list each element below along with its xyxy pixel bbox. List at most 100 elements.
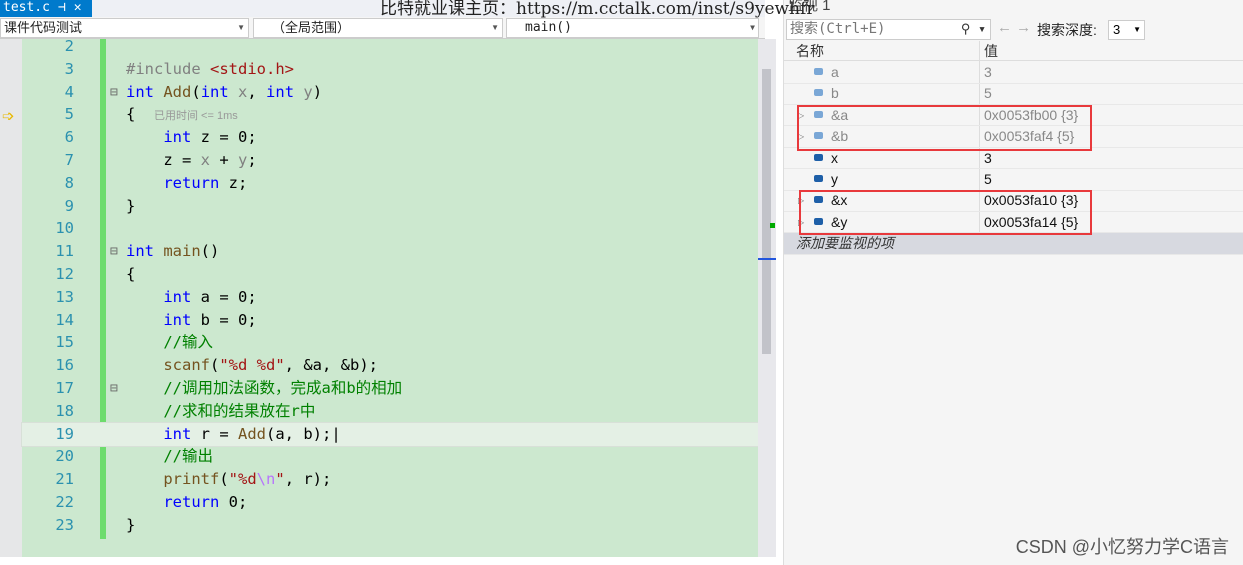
tab-test-c[interactable]: test.c ⊣ ✕: [0, 0, 92, 17]
watch-row[interactable]: y5: [784, 169, 1243, 191]
watch-header: 名称 值: [784, 41, 1243, 61]
variable-icon: [814, 175, 823, 182]
watch-panel: 监视 1 搜索(Ctrl+E) ⚲ ▾ ← → 搜索深度: 3 ▼ 名称值 a3b5…: [783, 0, 1243, 565]
code-line[interactable]: 13 int a = 0;: [22, 286, 758, 309]
code-text: { 已用时间 <= 1ms: [126, 105, 238, 124]
code-line[interactable]: 9}: [22, 195, 758, 218]
line-number: 17: [55, 379, 74, 397]
line-number: 18: [55, 401, 74, 420]
line-number: 21: [55, 470, 74, 489]
code-text: {: [126, 265, 136, 283]
line-number: 23: [55, 515, 74, 534]
code-editor[interactable]: ➩ 2 3 #include <stdio.h> 4 int Add(int x, in…: [0, 37, 759, 557]
code-text: //输入: [163, 333, 213, 352]
code-text: }: [126, 196, 136, 215]
search-icon: ⚲ ▾: [960, 22, 986, 37]
line-number: 22: [55, 493, 74, 511]
code-line[interactable]: 16 scanf("%d %d", &a, &b);: [22, 354, 758, 377]
code-line[interactable]: 21 printf("%d\n", r);: [22, 468, 758, 491]
line-number: 12: [55, 265, 74, 283]
code-text: scanf("%d %d", &a, &b);: [163, 356, 378, 375]
code-line[interactable]: 4 int Add(int x, int y) ⊟: [22, 81, 758, 104]
code-line[interactable]: 11 int main() ⊟: [22, 240, 758, 263]
line-number: 8: [64, 173, 74, 192]
code-text: int b = 0;: [163, 310, 257, 329]
depth-label: 搜索深度:: [1037, 22, 1097, 38]
code-line[interactable]: 19 int r = Add(a, b);|: [21, 421, 759, 447]
code-line[interactable]: 8 return z;: [22, 172, 758, 195]
watch-search-input[interactable]: 搜索(Ctrl+E) ⚲ ▾: [786, 19, 991, 40]
watch-row[interactable]: a3: [784, 62, 1243, 84]
code-line[interactable]: 20 //输出: [22, 445, 758, 468]
chevron-down-icon: ▼: [1133, 25, 1141, 34]
code-line[interactable]: 10: [22, 217, 758, 240]
variable-icon: [814, 89, 823, 97]
code-text: //调用加法函数，完成a和b的相加: [163, 379, 403, 397]
collapse-icon[interactable]: ⊟: [110, 377, 118, 400]
code-text: int Add(int x, int y): [126, 82, 323, 101]
code-line[interactable]: 6 int z = 0;: [22, 126, 758, 149]
code-text: return z;: [163, 173, 248, 192]
line-number: 20: [55, 447, 74, 466]
variable-icon: [814, 153, 823, 161]
code-text: #include <stdio.h>: [126, 59, 294, 78]
code-line[interactable]: 18 //求和的结果放在r中: [22, 400, 758, 423]
code-line[interactable]: 12 {: [22, 263, 758, 286]
line-number: 2: [64, 37, 74, 55]
code-text: return 0;: [163, 493, 248, 511]
pin-icon[interactable]: ⊣: [58, 0, 66, 15]
code-line[interactable]: 22 return 0;: [22, 491, 758, 514]
code-text: //输出: [163, 447, 213, 466]
watch-value: 3: [984, 64, 992, 80]
line-number: 6: [64, 128, 74, 147]
line-number: 11: [55, 242, 74, 261]
watch-row[interactable]: b5: [784, 83, 1243, 105]
editor-scrollbar[interactable]: [758, 39, 776, 557]
code-text: int r = Add(a, b);|: [163, 424, 341, 443]
watch-value: 5: [984, 171, 992, 187]
code-line[interactable]: 15 //输入: [22, 331, 758, 354]
line-number: 7: [64, 151, 74, 169]
code-text: //求和的结果放在r中: [163, 401, 316, 420]
code-line[interactable]: 2: [22, 35, 758, 58]
value-column-header[interactable]: 值: [984, 41, 998, 61]
line-number: 16: [55, 356, 74, 375]
line-number: 9: [64, 196, 74, 215]
line-number: 14: [55, 310, 74, 329]
banner-text: 比特就业课主页：https://m.cctalk.com/inst/s9yewh…: [380, 0, 815, 19]
line-number: 19: [55, 424, 74, 443]
line-number: 5: [64, 105, 74, 124]
code-line[interactable]: 23}: [22, 514, 758, 537]
code-text: int a = 0;: [163, 287, 257, 306]
line-number: 10: [55, 219, 74, 238]
watch-name: y: [831, 171, 838, 187]
search-nav-arrows[interactable]: ← →: [997, 19, 1031, 36]
current-statement-arrow-icon: ➩: [2, 108, 15, 125]
scrollbar-thumb[interactable]: [762, 69, 771, 354]
variable-icon: [814, 68, 823, 75]
line-number: 13: [55, 287, 74, 306]
code-text: z = x + y;: [126, 151, 257, 169]
code-text: printf("%d\n", r);: [163, 470, 332, 489]
watch-value: 5: [984, 85, 992, 102]
code-text: int main(): [126, 242, 220, 261]
collapse-icon[interactable]: ⊟: [110, 240, 118, 263]
add-watch-item[interactable]: 添加要监视的项: [784, 233, 1243, 255]
code-text: }: [126, 515, 136, 534]
line-number: 15: [55, 333, 74, 352]
close-icon[interactable]: ✕: [74, 0, 82, 15]
watermark: CSDN @小忆努力学C语言: [1015, 537, 1229, 557]
code-line[interactable]: 7 z = x + y;: [22, 149, 758, 172]
depth-select[interactable]: 3 ▼: [1108, 20, 1145, 40]
highlight-box-xy: [799, 190, 1092, 235]
collapse-icon[interactable]: ⊟: [110, 81, 118, 104]
code-line[interactable]: 3 #include <stdio.h>: [22, 58, 758, 81]
code-line[interactable]: 17 //调用加法函数，完成a和b的相加 ⊟: [22, 377, 758, 400]
code-line[interactable]: 5 { 已用时间 <= 1ms: [22, 103, 758, 126]
name-column-header[interactable]: 名称: [796, 41, 824, 61]
code-text: int z = 0;: [163, 128, 257, 147]
code-line[interactable]: 14 int b = 0;: [22, 309, 758, 332]
watch-name: b: [831, 85, 839, 102]
highlight-box-ab: [797, 105, 1092, 151]
line-number: 3: [64, 59, 74, 78]
